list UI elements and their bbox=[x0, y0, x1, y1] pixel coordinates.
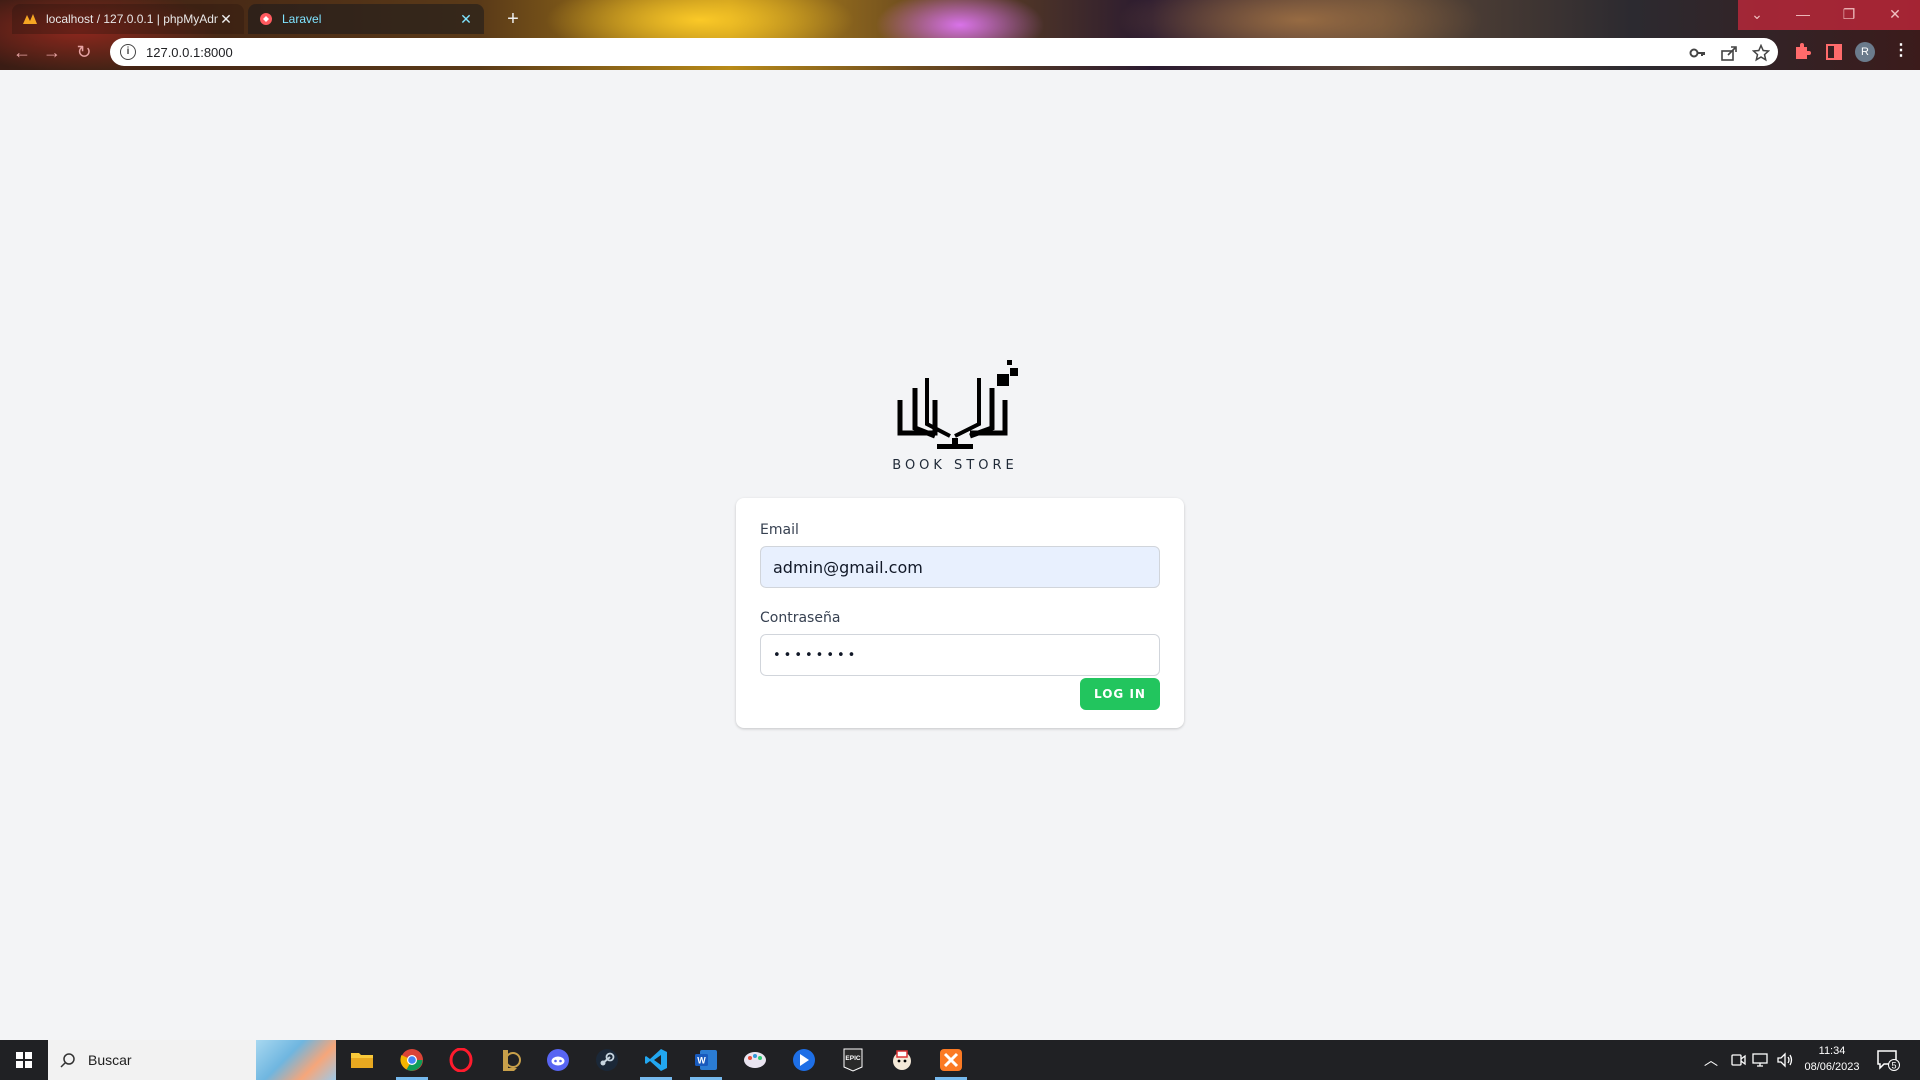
bookstore-logo-icon bbox=[897, 360, 1018, 449]
steam-icon[interactable] bbox=[587, 1044, 627, 1076]
share-icon[interactable] bbox=[1720, 44, 1738, 62]
xampp-icon[interactable] bbox=[931, 1044, 971, 1080]
notifications-icon[interactable]: 5 bbox=[1876, 1048, 1900, 1072]
search-icon bbox=[60, 1053, 75, 1068]
phpmyadmin-icon bbox=[22, 11, 38, 27]
extensions-icon[interactable] bbox=[1790, 41, 1812, 63]
paint-icon[interactable] bbox=[735, 1044, 775, 1076]
chevron-up-icon[interactable]: ︿ bbox=[1704, 1040, 1718, 1080]
site-info-icon[interactable]: i bbox=[120, 44, 136, 60]
league-of-legends-icon[interactable] bbox=[490, 1044, 530, 1076]
close-icon[interactable]: ✕ bbox=[218, 11, 234, 27]
new-tab-button[interactable]: + bbox=[500, 6, 526, 32]
back-icon[interactable]: ← bbox=[10, 40, 34, 64]
system-clock[interactable]: 11:34 08/06/2023 bbox=[1796, 1043, 1868, 1075]
clock-date: 08/06/2023 bbox=[1804, 1061, 1860, 1073]
search-highlight-image bbox=[256, 1040, 336, 1080]
tab-search-icon[interactable]: ⌄ bbox=[1734, 0, 1780, 28]
vscode-icon[interactable] bbox=[636, 1044, 676, 1080]
menu-icon[interactable]: ⋮ bbox=[1893, 42, 1909, 62]
key-icon[interactable] bbox=[1689, 44, 1707, 62]
tab-laravel[interactable]: Laravel ✕ bbox=[248, 4, 484, 34]
tab-title: Laravel bbox=[282, 12, 322, 26]
epic-games-label: EPIC bbox=[845, 1055, 860, 1062]
address-bar[interactable]: i 127.0.0.1:8000 bbox=[110, 38, 1778, 66]
discord-icon[interactable] bbox=[538, 1044, 578, 1076]
word-icon[interactable]: W bbox=[686, 1044, 726, 1080]
password-field[interactable]: •••••••• bbox=[760, 634, 1160, 676]
file-explorer-icon[interactable] bbox=[342, 1044, 382, 1076]
logo-text: BOOK STORE bbox=[892, 458, 1018, 473]
browser-chrome: localhost / 127.0.0.1 | phpMyAdmin ✕ Lar… bbox=[0, 0, 1920, 70]
password-label: Contraseña bbox=[760, 610, 841, 626]
taskbar-search[interactable]: Buscar bbox=[48, 1040, 336, 1080]
reload-icon[interactable]: ↻ bbox=[72, 40, 96, 64]
volume-icon[interactable] bbox=[1776, 1052, 1794, 1068]
email-label: Email bbox=[760, 522, 799, 538]
svg-text:W: W bbox=[697, 1056, 706, 1066]
bookmark-star-icon[interactable] bbox=[1752, 44, 1770, 62]
notification-count: 5 bbox=[1891, 1061, 1896, 1071]
tab-title: localhost / 127.0.0.1 | phpMyAdmin bbox=[46, 12, 218, 26]
laravel-icon bbox=[258, 11, 274, 27]
cuphead-icon[interactable] bbox=[882, 1044, 922, 1076]
network-icon[interactable] bbox=[1752, 1052, 1770, 1068]
bitwarden-icon[interactable] bbox=[784, 1044, 824, 1076]
meet-now-icon[interactable] bbox=[1730, 1052, 1746, 1068]
email-field[interactable]: admin@gmail.com bbox=[760, 546, 1160, 588]
profile-avatar[interactable]: R bbox=[1855, 42, 1875, 62]
taskbar: Buscar W EPIC ︿ 11:34 08/06/2023 5 bbox=[0, 1040, 1920, 1080]
clock-time: 11:34 bbox=[1818, 1045, 1846, 1057]
close-window-button[interactable]: ✕ bbox=[1872, 0, 1918, 28]
restore-button[interactable]: ❐ bbox=[1826, 0, 1872, 28]
minimize-button[interactable]: — bbox=[1780, 0, 1826, 28]
windows-start-icon[interactable] bbox=[0, 1040, 48, 1080]
login-card: Email admin@gmail.com Contraseña •••••••… bbox=[736, 498, 1184, 728]
chrome-icon[interactable] bbox=[392, 1044, 432, 1080]
tab-phpmyadmin[interactable]: localhost / 127.0.0.1 | phpMyAdmin ✕ bbox=[12, 4, 244, 34]
close-icon[interactable]: ✕ bbox=[458, 11, 474, 27]
epic-games-icon[interactable]: EPIC bbox=[833, 1044, 873, 1076]
opera-icon[interactable] bbox=[441, 1044, 481, 1076]
forward-icon[interactable]: → bbox=[40, 40, 64, 64]
search-placeholder: Buscar bbox=[88, 1052, 132, 1068]
login-button[interactable]: LOG IN bbox=[1080, 678, 1160, 710]
side-panel-icon[interactable] bbox=[1823, 41, 1845, 63]
address-url: 127.0.0.1:8000 bbox=[146, 44, 233, 60]
